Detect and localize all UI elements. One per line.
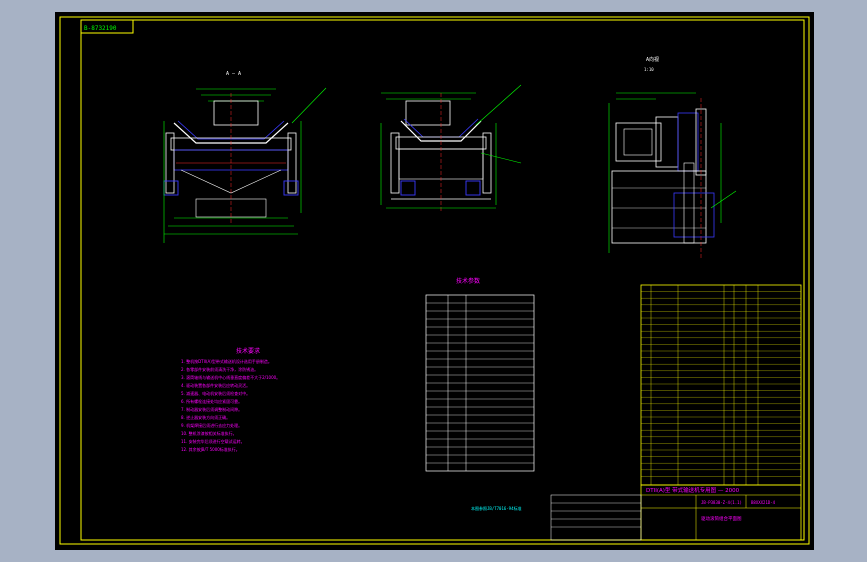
title-block: DTII(A)型 带式输送机专用图 — 2000 JB-P3830-Z-4(1.… [550,484,802,541]
note-line: 1. 整机按DTII(A)型带式输送机设计选用手册制造。 [181,358,272,364]
note-line: 6. 所有螺栓连接处均应紧固可靠。 [181,398,242,404]
parts-list [640,284,802,486]
specs-note: 本图参照JB/T7016-94标准 [471,505,522,511]
drawing-frame-inner [80,19,805,541]
notes-title: 技术要求 [236,347,260,355]
drawing-frame-outer [59,16,810,545]
corner-tag-text: B-8732190 [84,25,117,32]
specs-title: 技术参数 [456,277,480,285]
note-line: 7. 制动器安装后须调整制动间隙。 [181,406,242,412]
drawing-code: B8XXX21D-4 [751,500,776,505]
technical-notes: 技术要求 1. 整机按DTII(A)型带式输送机设计选用手册制造。 2. 各零部件… [181,347,280,452]
drawing-name: 驱动滚筒组合平面图 [701,515,742,522]
note-line: 3. 滚筒轴线与输送机中心线垂直度偏差不大于2/1000。 [181,374,280,380]
note-line: 12. 其余按JB/T 5000标准执行。 [181,446,240,452]
specs-table: 技术参数 本图参照JB/T7016-94标准 [425,277,535,511]
detail-view: A向视 1:10 [608,56,737,258]
title-main: DTII(A)型 带式输送机专用图 — 2000 [646,486,740,494]
detail-scale: 1:10 [644,67,654,72]
section-a-label: A — A [226,71,241,77]
section-a-view: A — A [163,71,327,243]
note-line: 9. 机架焊接后须进行去应力处理。 [181,422,242,428]
note-line: 5. 减速器、电动机安装后须检查对中。 [181,390,250,396]
note-line: 11. 安装完毕后须进行空载试运转。 [181,438,245,444]
note-line: 8. 逆止器安装方向须正确。 [181,414,230,420]
cad-drawing: B-8732190 A — A A向视 1:10 技术参数 本图参照JB/T70… [59,16,810,545]
note-line: 10. 整机涂漆按相关标准执行。 [181,430,237,436]
section-b-view [380,84,522,213]
cad-viewport[interactable]: B-8732190 A — A A向视 1:10 技术参数 本图参照JB/T70… [55,12,814,550]
note-line: 4. 驱动装置各部件安装后应转动灵活。 [181,382,250,388]
drawing-number: JB-P3830-Z-4(1.1) [701,500,742,505]
detail-label: A向视 [646,56,659,63]
note-line: 2. 各零部件安装前须清洗干净，涂防锈油。 [181,366,258,372]
